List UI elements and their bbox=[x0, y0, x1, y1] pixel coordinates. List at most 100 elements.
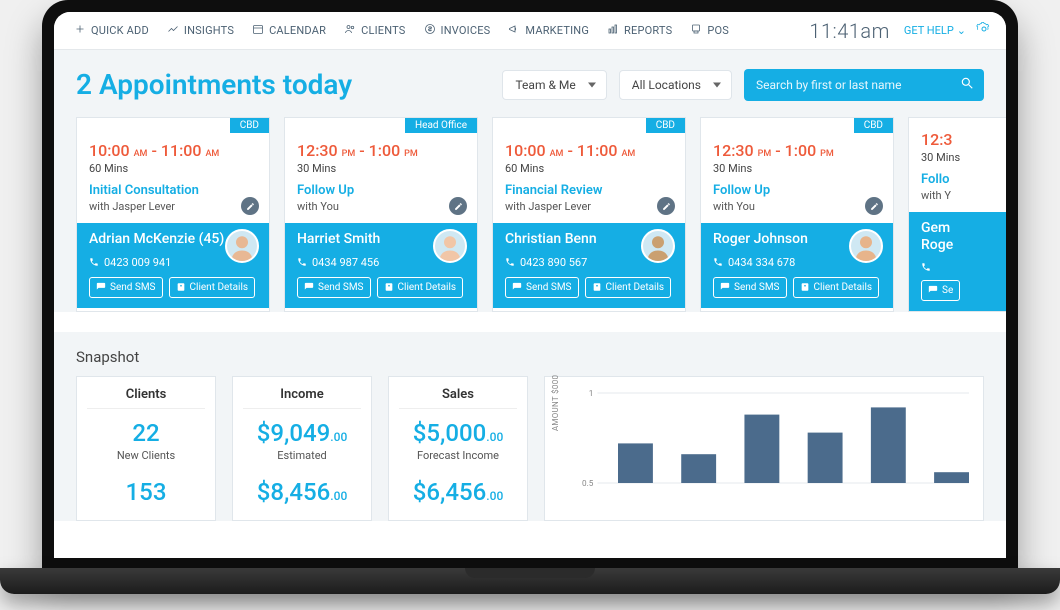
chart-bar bbox=[808, 432, 843, 482]
appointment-duration: 30 Mins bbox=[921, 151, 1006, 164]
svg-text:0.5: 0.5 bbox=[582, 478, 594, 488]
laptop-base bbox=[0, 568, 1060, 594]
stat-sales: Sales $5,000.00 Forecast Income $6,456.0… bbox=[388, 376, 528, 521]
client-details-button[interactable]: Client Details bbox=[377, 277, 464, 298]
stat-clients-new: 22 bbox=[87, 419, 205, 447]
nav-insights[interactable]: INSIGHTS bbox=[161, 19, 240, 42]
chart-bar bbox=[744, 414, 779, 482]
stat-clients-sub: New Clients bbox=[87, 449, 205, 462]
search-icon bbox=[960, 75, 974, 94]
location-tag: CBD bbox=[230, 118, 269, 133]
appointment-with: with You bbox=[297, 200, 467, 213]
calendar-icon bbox=[252, 23, 264, 38]
client-details-button[interactable]: Client Details bbox=[793, 277, 880, 298]
settings-gear-icon[interactable] bbox=[976, 21, 992, 40]
snapshot-chart: AMOUNT $000 0.5 1 bbox=[544, 376, 984, 521]
location-filter-select[interactable]: All Locations bbox=[619, 70, 732, 100]
svg-text:1: 1 bbox=[589, 388, 594, 398]
appointment-duration: 60 Mins bbox=[89, 162, 259, 175]
nav-invoices[interactable]: INVOICES bbox=[418, 19, 497, 42]
edit-appointment-button[interactable] bbox=[241, 197, 259, 215]
stat-income-second: $8,456.00 bbox=[243, 478, 361, 506]
chart-bar bbox=[871, 407, 906, 483]
appointment-with: with You bbox=[713, 200, 883, 213]
chevron-down-icon: ⌄ bbox=[957, 24, 966, 37]
send-sms-button[interactable]: Se bbox=[921, 280, 960, 301]
search-input[interactable] bbox=[756, 78, 960, 92]
nav-label: MARKETING bbox=[525, 24, 589, 37]
pos-icon bbox=[690, 23, 702, 38]
nav-reports[interactable]: REPORTS bbox=[601, 19, 678, 42]
edit-appointment-button[interactable] bbox=[657, 197, 675, 215]
location-tag: CBD bbox=[854, 118, 893, 133]
appointment-duration: 30 Mins bbox=[713, 162, 883, 175]
get-help-label: GET HELP bbox=[904, 24, 954, 37]
nav-label: INSIGHTS bbox=[184, 24, 234, 37]
appointment-service: Financial Review bbox=[505, 183, 675, 198]
stat-sales-forecast: $5,000.00 bbox=[399, 419, 517, 447]
nav-clients[interactable]: CLIENTS bbox=[338, 19, 411, 42]
client-avatar bbox=[225, 229, 259, 263]
chart-bar bbox=[618, 443, 653, 483]
appointment-service: Follow Up bbox=[713, 183, 883, 198]
send-sms-button[interactable]: Send SMS bbox=[89, 277, 163, 298]
nav-label: CLIENTS bbox=[361, 24, 405, 37]
edit-appointment-button[interactable] bbox=[449, 197, 467, 215]
stat-sales-sub: Forecast Income bbox=[399, 449, 517, 462]
chart-bar bbox=[934, 472, 969, 483]
snapshot-section: Snapshot Clients 22 New Clients 153 Inco… bbox=[54, 332, 1006, 521]
appointment-service: Initial Consultation bbox=[89, 183, 259, 198]
client-avatar bbox=[849, 229, 883, 263]
appointment-card: CBD10:00AM-11:00AM60 MinsFinancial Revie… bbox=[492, 117, 686, 312]
location-tag: Head Office bbox=[405, 118, 477, 133]
stat-income: Income $9,049.00 Estimated $8,456.00 bbox=[232, 376, 372, 521]
send-sms-button[interactable]: Send SMS bbox=[713, 277, 787, 298]
appointment-with: with Jasper Lever bbox=[505, 200, 675, 213]
client-name: GemRoge bbox=[921, 220, 1006, 254]
appointment-card: CBD 10:00AM-11:00AM 60 Mins Initial Consult… bbox=[76, 117, 270, 312]
page-header: 2 Appointments today Team & Me All Locat… bbox=[54, 50, 1006, 117]
edit-appointment-button[interactable] bbox=[865, 197, 883, 215]
nav-marketing[interactable]: MARKETING bbox=[502, 19, 595, 42]
nav-label: QUICK ADD bbox=[91, 24, 149, 37]
clock: 11:41am bbox=[809, 19, 890, 43]
team-filter-select[interactable]: Team & Me bbox=[502, 70, 606, 100]
appointment-duration: 60 Mins bbox=[505, 162, 675, 175]
send-sms-button[interactable]: Send SMS bbox=[297, 277, 371, 298]
appointment-with: with Jasper Lever bbox=[89, 200, 259, 213]
nav-calendar[interactable]: CALENDAR bbox=[246, 19, 332, 42]
megaphone-icon bbox=[508, 23, 520, 38]
stat-income-title: Income bbox=[243, 387, 361, 409]
send-sms-button[interactable]: Send SMS bbox=[505, 277, 579, 298]
stat-clients-total: 153 bbox=[87, 478, 205, 506]
appointment-card: Head Office12:30PM-1:00PM30 MinsFollow U… bbox=[284, 117, 478, 312]
appointment-time: 12:30PM-1:00PM bbox=[297, 141, 467, 160]
appointment-card: CBD12:30PM-1:00PM30 MinsFollow Upwith Yo… bbox=[700, 117, 894, 312]
nav-label: INVOICES bbox=[441, 24, 491, 37]
nav-label: CALENDAR bbox=[269, 24, 326, 37]
stat-income-sub: Estimated bbox=[243, 449, 361, 462]
client-details-button[interactable]: Client Details bbox=[169, 277, 256, 298]
get-help-menu[interactable]: GET HELP ⌄ bbox=[904, 24, 966, 37]
appointment-time: 10:00AM-11:00AM bbox=[89, 141, 259, 160]
appointment-time: 12:3 bbox=[921, 130, 1006, 149]
chart-y-label: AMOUNT $000 bbox=[551, 375, 560, 431]
nav-quick-add[interactable]: QUICK ADD bbox=[68, 19, 155, 42]
stat-clients: Clients 22 New Clients 153 bbox=[76, 376, 216, 521]
snapshot-title: Snapshot bbox=[76, 348, 984, 366]
chart-line-icon bbox=[167, 23, 179, 38]
client-details-button[interactable]: Client Details bbox=[585, 277, 672, 298]
nav-label: REPORTS bbox=[624, 24, 672, 37]
appointment-with: with Y bbox=[921, 189, 1006, 202]
client-phone bbox=[921, 262, 1006, 272]
stat-sales-second: $6,456.00 bbox=[399, 478, 517, 506]
appointment-service: Follow Up bbox=[297, 183, 467, 198]
nav-pos[interactable]: POS bbox=[684, 19, 735, 42]
appointment-time: 10:00AM-11:00AM bbox=[505, 141, 675, 160]
top-nav: QUICK ADD INSIGHTS CALENDAR CLIENTS INVOICES… bbox=[54, 12, 1006, 50]
chart-bar bbox=[681, 454, 716, 483]
client-search[interactable] bbox=[744, 69, 984, 101]
stat-income-est: $9,049.00 bbox=[243, 419, 361, 447]
users-icon bbox=[344, 23, 356, 38]
client-avatar bbox=[641, 229, 675, 263]
